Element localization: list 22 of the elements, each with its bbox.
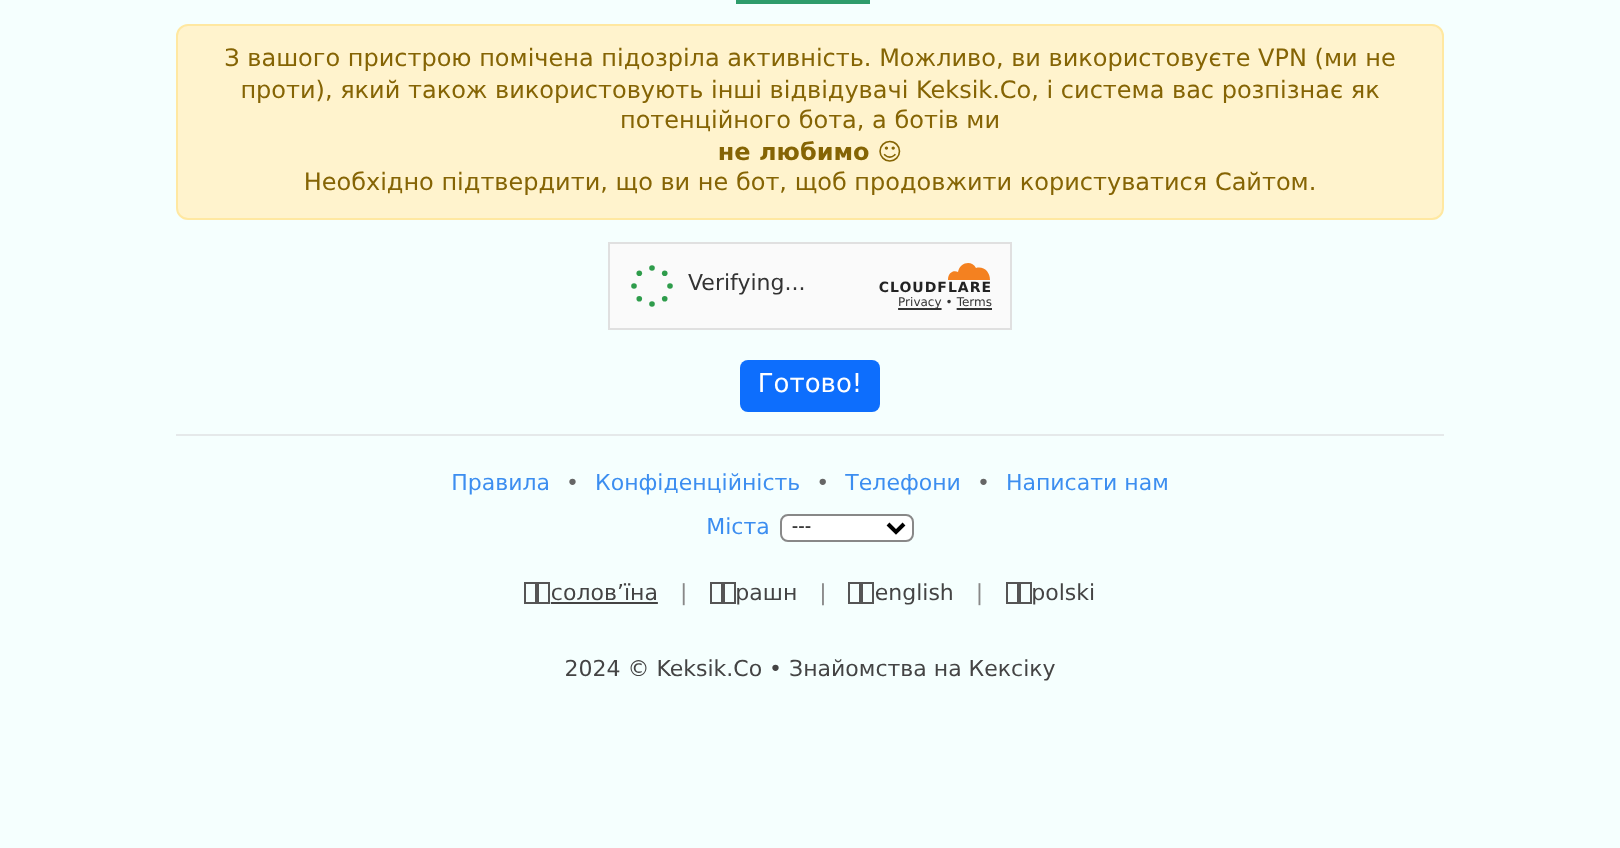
copyright-text: 2024 © Keksik.Co • Знайомства на Кексіку: [564, 654, 1056, 686]
separator: |: [679, 577, 688, 610]
language-link[interactable]: соловʼїна: [524, 577, 658, 610]
language-link[interactable]: polski: [1005, 577, 1096, 610]
cities-select[interactable]: ---: [779, 514, 914, 543]
separator: •: [976, 467, 990, 499]
cities-label: Міста: [706, 512, 770, 544]
separator: •: [566, 467, 580, 499]
language-link[interactable]: рашн: [709, 577, 798, 610]
flag-icon: [1005, 582, 1032, 605]
separator: |: [819, 577, 827, 610]
language-link[interactable]: english: [848, 577, 954, 610]
flag-icon: [848, 582, 875, 605]
separator: |: [975, 577, 984, 610]
alert-text: Необхідно підтвердити, що ви не бот, щоб продовжити користуватися Сайтом.: [301, 168, 1319, 199]
alert-text: не любимо ☺: [715, 137, 905, 168]
done-button[interactable]: Готово!: [739, 359, 881, 411]
flag-icon: [709, 582, 736, 605]
spinner-icon: [628, 261, 676, 309]
separator: •: [816, 467, 830, 499]
flag-icon: [524, 582, 551, 605]
verifying-text: Verifying...: [688, 268, 806, 301]
